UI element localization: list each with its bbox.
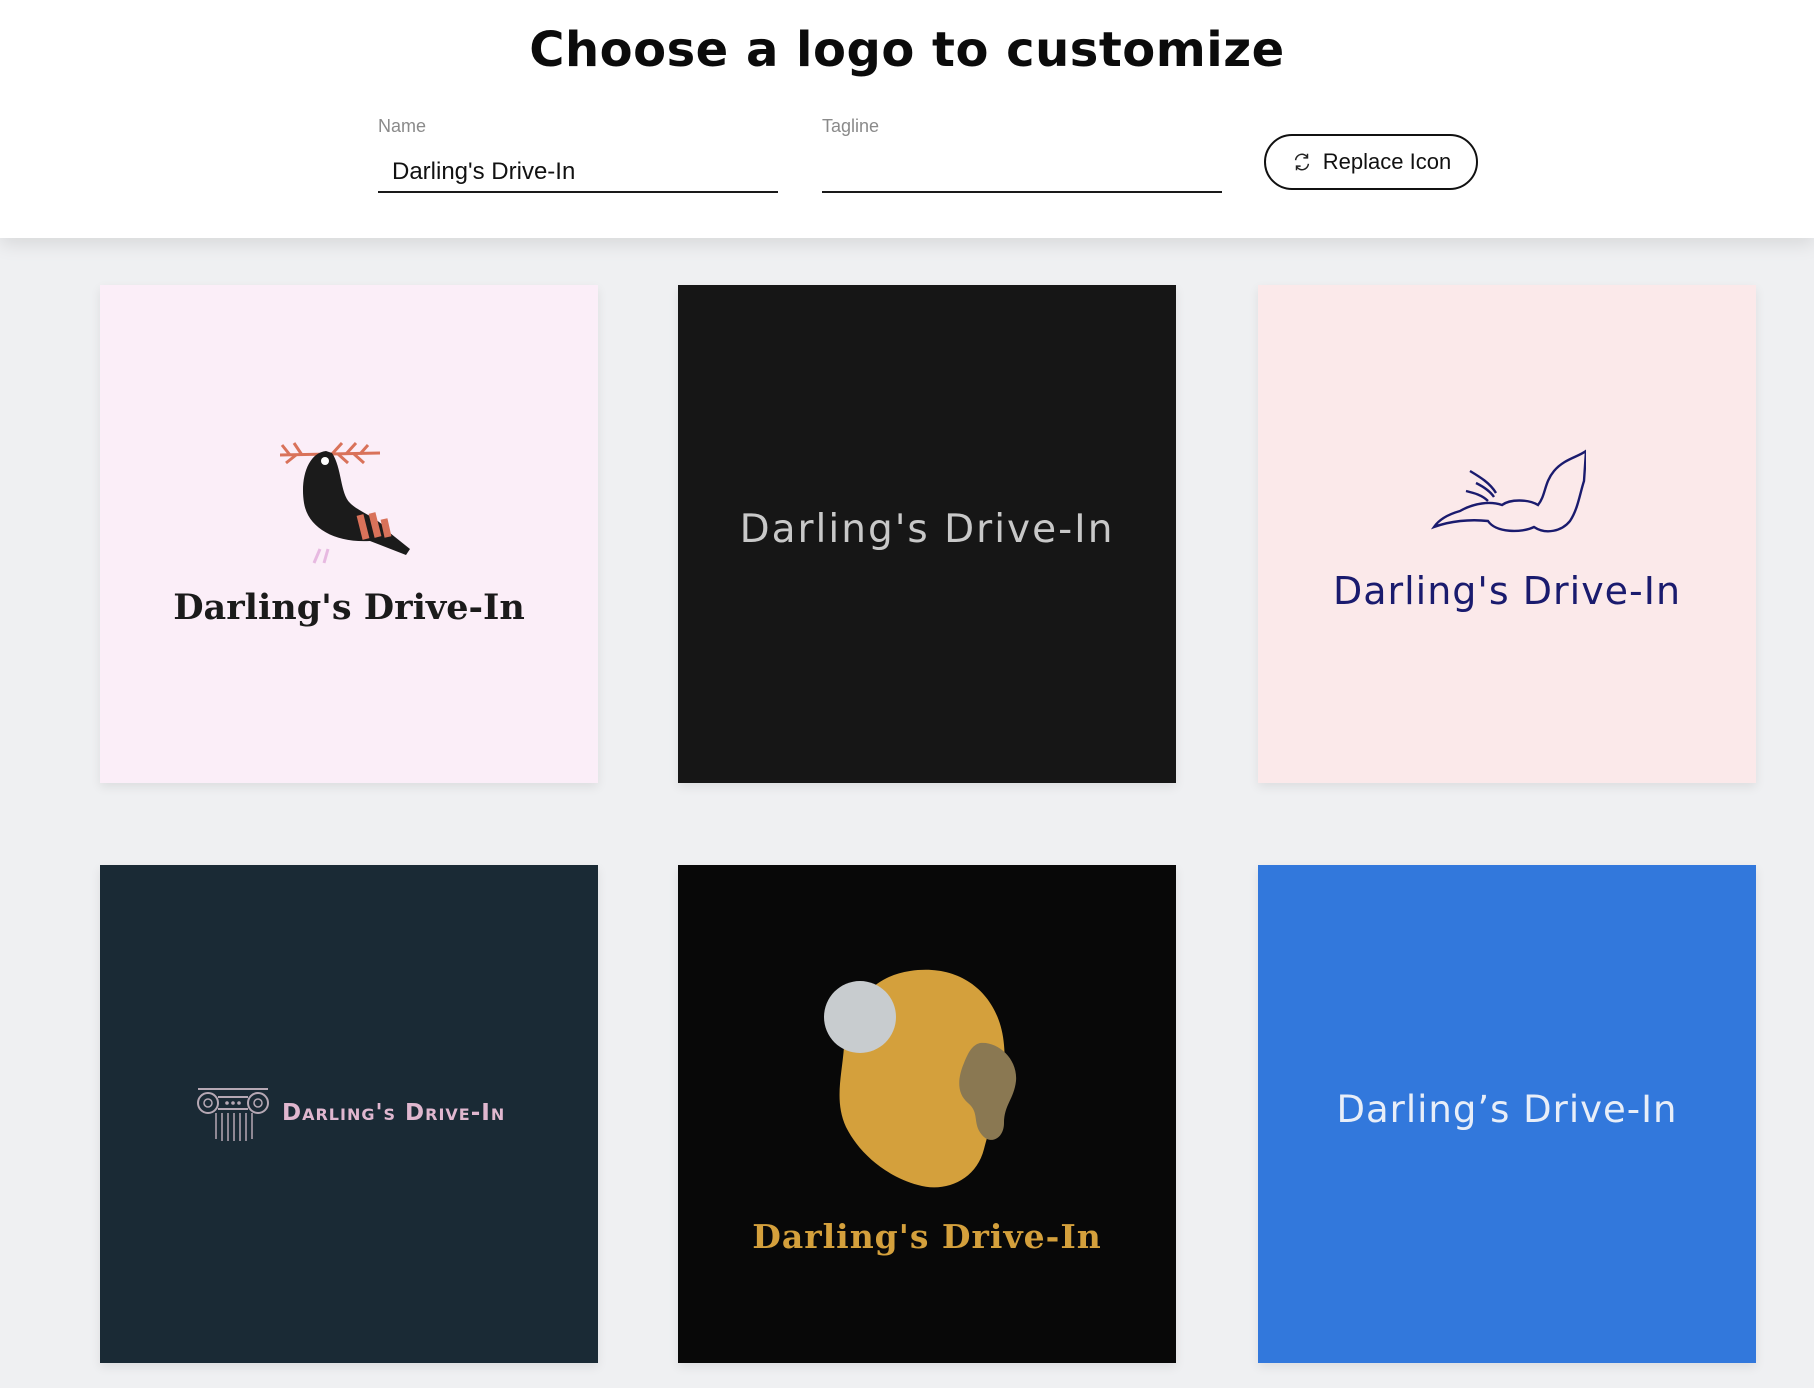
name-field-group: Name — [378, 116, 778, 193]
logo-card-2[interactable]: Darling's Drive-In — [678, 285, 1176, 783]
logo-text: Darling's Drive-In — [739, 507, 1115, 552]
page-title: Choose a logo to customize — [529, 22, 1285, 78]
logo-text: Darling's Drive-In — [752, 1217, 1102, 1256]
name-label: Name — [378, 116, 427, 136]
logo-text: Darling’s Drive-In — [1336, 1088, 1678, 1131]
logo-card-6[interactable]: Darling’s Drive-In — [1258, 865, 1756, 1363]
pigeon-with-olive-branch-icon — [280, 441, 410, 564]
swap-arrows-icon — [1294, 153, 1309, 171]
tagline-field-group: Tagline — [822, 116, 1222, 193]
logo-text: Darling's Drive-In — [173, 587, 525, 628]
header: Choose a logo to customize Name Tagline … — [0, 0, 1814, 238]
logo-card-4[interactable]: Darling's Drive-In — [100, 865, 598, 1363]
logo-card-5[interactable]: Darling's Drive-In — [678, 865, 1176, 1363]
logo-card-3[interactable]: Darling's Drive-In — [1258, 285, 1756, 783]
logo-text: Darling's Drive-In — [1332, 569, 1682, 613]
logo-text: Darling's Drive-In — [282, 1100, 506, 1126]
tagline-label: Tagline — [822, 116, 880, 136]
replace-icon-label: Replace Icon — [1322, 149, 1452, 174]
abstract-blob-shapes-icon — [824, 969, 1017, 1188]
tagline-input[interactable] — [822, 153, 1222, 193]
name-input[interactable] — [378, 153, 778, 193]
ionic-column-icon — [197, 1088, 269, 1141]
logo-card-1[interactable]: Darling's Drive-In — [100, 285, 598, 783]
replace-icon-button[interactable]: Replace Icon — [1264, 134, 1478, 190]
flying-bird-outline-icon — [1430, 449, 1586, 533]
